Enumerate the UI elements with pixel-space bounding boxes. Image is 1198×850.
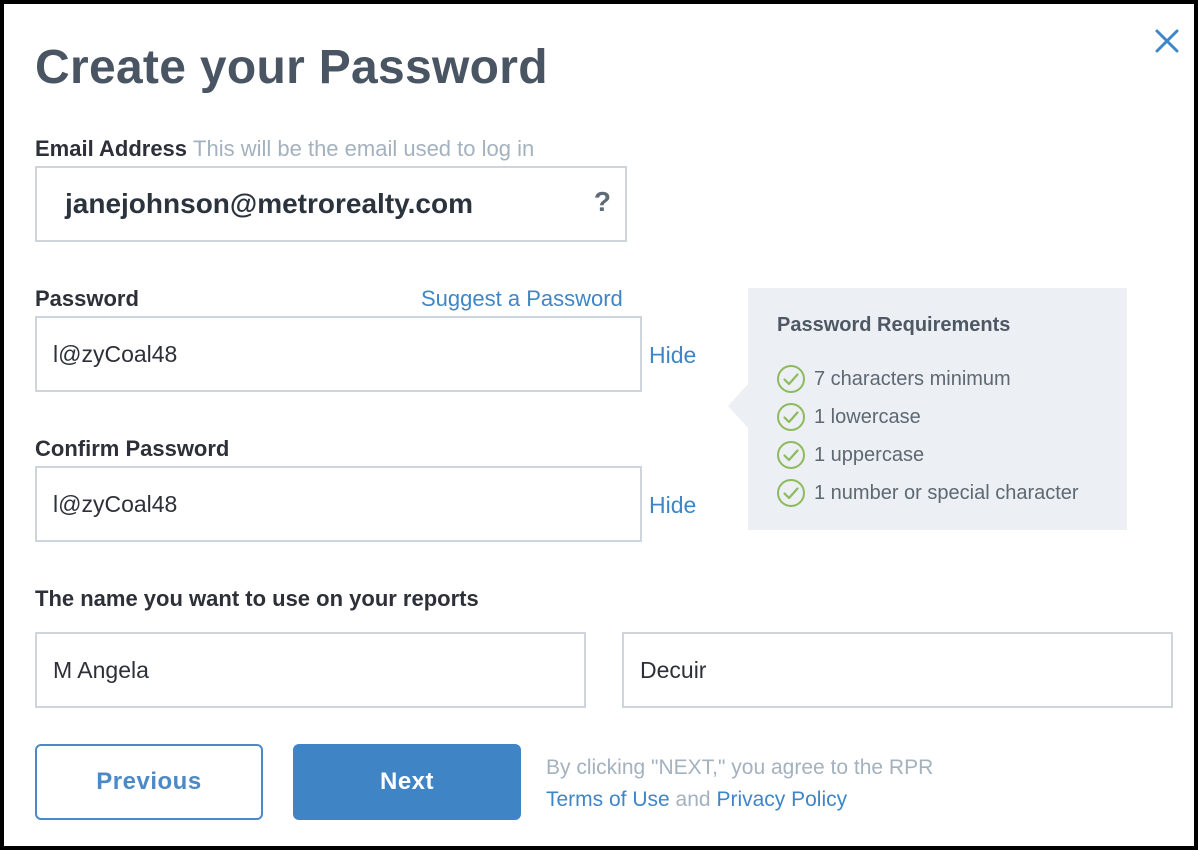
requirement-item: 1 lowercase <box>776 398 1079 436</box>
check-circle-icon <box>777 365 805 393</box>
agreement-line: By clicking "NEXT," you agree to the RPR <box>546 756 934 779</box>
confirm-password-value: l@zyCoal48 <box>53 490 178 517</box>
requirement-item: 1 uppercase <box>776 436 1079 474</box>
password-label: Password <box>35 286 139 311</box>
first-name-field[interactable]: M Angela <box>35 632 586 708</box>
report-name-label: The name you want to use on your reports <box>35 586 479 611</box>
agreement-text: By clicking "NEXT," you agree to the RPR… <box>546 752 933 816</box>
requirement-text: 7 characters minimum <box>814 367 1011 390</box>
password-field[interactable]: l@zyCoal48 <box>35 316 642 392</box>
password-requirements-panel: Password Requirements 7 characters minim… <box>728 288 1127 530</box>
last-name-field[interactable]: Decuir <box>622 632 1173 708</box>
create-password-dialog: Create your Password Email Address This w… <box>4 4 1194 846</box>
help-icon[interactable]: ? <box>594 186 611 218</box>
close-icon[interactable] <box>1152 26 1182 56</box>
page-title: Create your Password <box>35 41 548 94</box>
close-button[interactable] <box>1152 26 1182 56</box>
first-name-value: M Angela <box>53 656 149 683</box>
hide-password-link[interactable]: Hide <box>649 342 696 369</box>
email-hint: This will be the email used to log in <box>193 136 535 161</box>
email-value: janejohnson@metrorealty.com <box>65 188 473 219</box>
requirement-item: 7 characters minimum <box>776 360 1079 398</box>
requirement-text: 1 number or special character <box>814 481 1079 504</box>
confirm-password-field[interactable]: l@zyCoal48 <box>35 466 642 542</box>
email-label: Email Address This will be the email used… <box>35 136 534 162</box>
email-field[interactable]: janejohnson@metrorealty.com ? <box>35 166 627 242</box>
hide-confirm-password-link[interactable]: Hide <box>649 492 696 519</box>
check-circle-icon <box>777 479 805 507</box>
password-value: l@zyCoal48 <box>53 340 178 367</box>
privacy-policy-link[interactable]: Privacy Policy <box>716 788 847 811</box>
check-circle-icon <box>777 403 805 431</box>
check-circle-icon <box>777 441 805 469</box>
confirm-password-label: Confirm Password <box>35 436 230 461</box>
previous-button[interactable]: Previous <box>35 744 263 820</box>
suggest-password-link[interactable]: Suggest a Password <box>421 286 623 312</box>
agreement-and: and <box>675 788 711 811</box>
terms-of-use-link[interactable]: Terms of Use <box>546 788 670 811</box>
email-label-text: Email Address <box>35 136 188 161</box>
requirement-text: 1 uppercase <box>814 443 925 466</box>
requirements-list: 7 characters minimum 1 lowercase 1 upper… <box>776 360 1079 512</box>
next-button[interactable]: Next <box>293 744 521 820</box>
panel-pointer <box>728 384 748 428</box>
requirement-text: 1 lowercase <box>814 405 921 428</box>
requirements-title: Password Requirements <box>777 314 1011 336</box>
agreement-links: Terms of Use and Privacy Policy <box>546 784 933 816</box>
requirement-item: 1 number or special character <box>776 474 1079 512</box>
last-name-value: Decuir <box>640 656 707 683</box>
